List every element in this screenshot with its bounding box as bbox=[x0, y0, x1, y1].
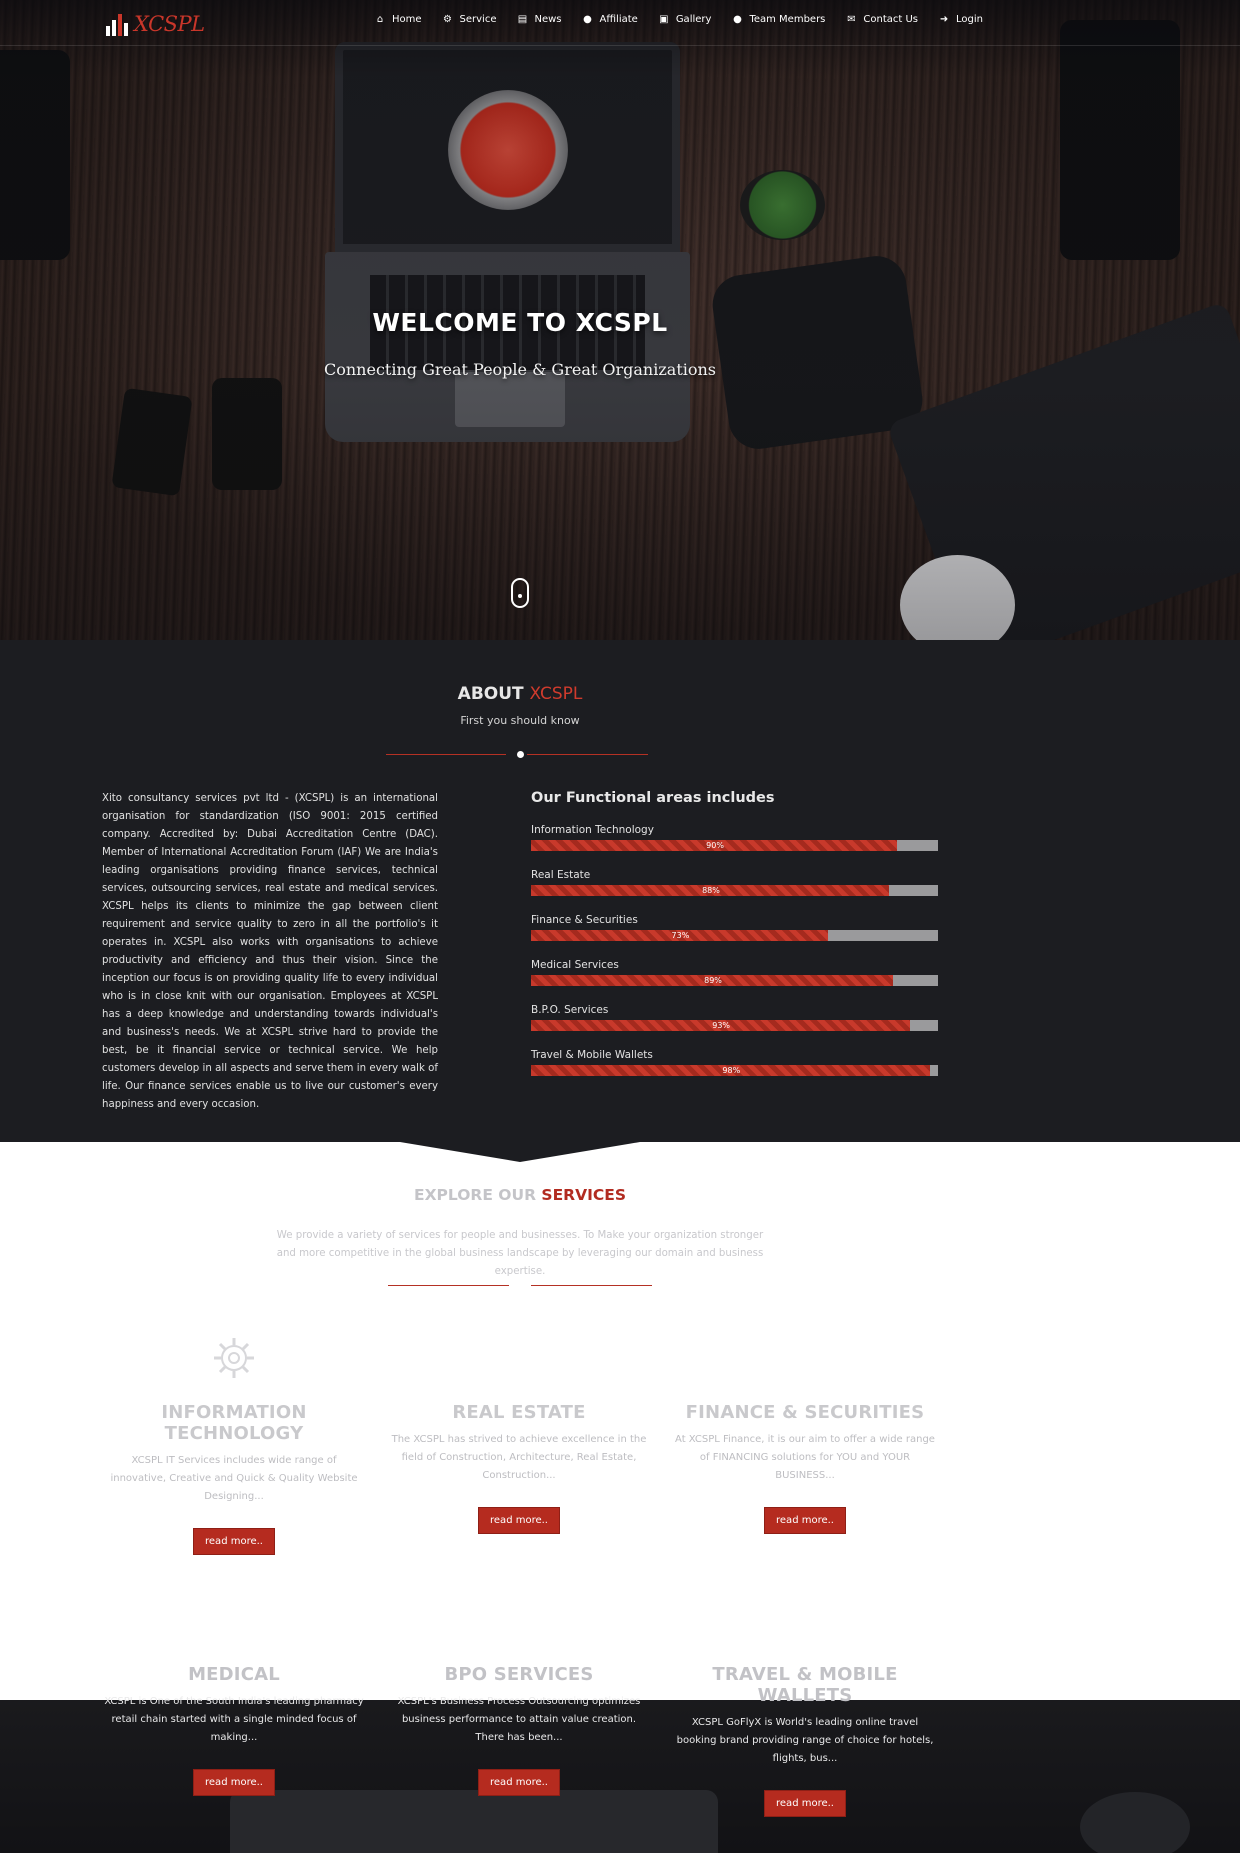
service-card-real-estate: REAL ESTATE The XCSPL has strived to ach… bbox=[376, 1402, 662, 1534]
read-more-button[interactable]: read more.. bbox=[478, 1769, 560, 1796]
nav-item-team-members[interactable]: ● Team Members bbox=[731, 14, 825, 25]
hero-title: WELCOME TO XCSPL bbox=[372, 308, 668, 337]
service-card-medical: MEDICAL XCSPL is One of the South India'… bbox=[91, 1664, 377, 1796]
nav-item-gallery[interactable]: ▣ Gallery bbox=[658, 14, 712, 25]
nav-item-service[interactable]: ⚙ Service bbox=[442, 14, 497, 25]
service-card-bpo: BPO SERVICES XCSPL's Business Process Ou… bbox=[376, 1664, 662, 1796]
skill-track: 90% bbox=[531, 840, 938, 851]
service-card-it: INFORMATION TECHNOLOGY XCSPL IT Services… bbox=[91, 1402, 377, 1555]
logo-text: XCSPL bbox=[134, 12, 205, 36]
skill-track: 98% bbox=[531, 1065, 938, 1076]
envelope-icon: ✉ bbox=[847, 14, 856, 25]
nav-label: Contact Us bbox=[863, 14, 919, 25]
about-title: ABOUT XCSPL bbox=[457, 684, 583, 704]
nav-menu: ⌂ Home ⚙ Service ▤ News ● Affiliate ▣ Gallery… bbox=[374, 14, 1003, 25]
nav-label: Affiliate bbox=[599, 14, 638, 25]
skill-track: 93% bbox=[531, 1020, 938, 1031]
gear-icon: ⚙ bbox=[443, 14, 453, 25]
card-title: INFORMATION TECHNOLOGY bbox=[161, 1402, 307, 1444]
skill-bar: Medical Services 89% bbox=[531, 959, 938, 986]
skill-percent: 93% bbox=[712, 1021, 731, 1030]
read-more-button[interactable]: read more.. bbox=[764, 1507, 846, 1534]
skill-percent: 98% bbox=[722, 1066, 741, 1075]
nav-label: News bbox=[534, 14, 562, 25]
about-section: ABOUT XCSPL First you should know Xito c… bbox=[0, 640, 1240, 1142]
card-title: MEDICAL bbox=[188, 1664, 280, 1685]
card-title: BPO SERVICES bbox=[444, 1664, 594, 1685]
skill-percent: 90% bbox=[706, 841, 724, 850]
about-subtitle: First you should know bbox=[460, 714, 580, 727]
service-card-finance: FINANCE & SECURITIES At XCSPL Finance, i… bbox=[662, 1402, 948, 1534]
skill-bar: Information Technology 90% bbox=[531, 824, 938, 851]
skill-label: Medical Services bbox=[531, 959, 619, 971]
card-text: At XCSPL Finance, it is our aim to offer… bbox=[675, 1434, 935, 1481]
divider bbox=[531, 1285, 652, 1286]
card-title: REAL ESTATE bbox=[452, 1402, 586, 1423]
skill-percent: 73% bbox=[671, 931, 690, 940]
logo[interactable]: XCSPL bbox=[104, 12, 205, 36]
it-gear-icon bbox=[214, 1338, 254, 1378]
skill-bar: Finance & Securities 73% bbox=[531, 914, 938, 941]
divider bbox=[388, 1285, 509, 1286]
card-title: TRAVEL & MOBILE WALLETS bbox=[712, 1664, 898, 1706]
card-text: The XCSPL has strived to achieve excelle… bbox=[391, 1434, 647, 1481]
top-navbar: XCSPL ⌂ Home ⚙ Service ▤ News ● Affiliate ▣ G… bbox=[0, 0, 1240, 46]
areas-title: Our Functional areas includes bbox=[531, 790, 775, 806]
skill-track: 89% bbox=[531, 975, 938, 986]
scroll-down-icon[interactable] bbox=[511, 578, 529, 608]
nav-label: Team Members bbox=[749, 14, 826, 25]
skill-bar: B.P.O. Services 93% bbox=[531, 1004, 938, 1031]
nav-item-contact-us[interactable]: ✉ Contact Us bbox=[845, 14, 918, 25]
nav-item-news[interactable]: ▤ News bbox=[517, 14, 562, 25]
skill-percent: 89% bbox=[704, 976, 722, 985]
hero-subtitle: Connecting Great People & Great Organiza… bbox=[323, 360, 717, 379]
skill-bar: Real Estate 88% bbox=[531, 869, 938, 896]
logo-mark-icon bbox=[104, 12, 130, 36]
skill-label: Information Technology bbox=[531, 824, 654, 836]
home-icon: ⌂ bbox=[376, 14, 384, 25]
divider bbox=[386, 754, 506, 755]
skill-label: Finance & Securities bbox=[531, 914, 638, 926]
nav-item-affiliate[interactable]: ● Affiliate bbox=[582, 14, 638, 25]
newspaper-icon: ▤ bbox=[517, 14, 528, 25]
card-text: XCSPL IT Services includes wide range of… bbox=[110, 1455, 358, 1502]
nav-item-login[interactable]: ➜ Login bbox=[938, 14, 983, 25]
read-more-button[interactable]: read more.. bbox=[478, 1507, 560, 1534]
skill-track: 88% bbox=[531, 885, 938, 896]
nav-label: Login bbox=[956, 14, 983, 25]
skill-track: 73% bbox=[531, 930, 938, 941]
nav-label: Service bbox=[459, 14, 497, 25]
services-title: EXPLORE OUR SERVICES bbox=[413, 1186, 626, 1204]
read-more-button[interactable]: read more.. bbox=[193, 1528, 275, 1555]
read-more-button[interactable]: read more.. bbox=[193, 1769, 275, 1796]
image-icon: ▣ bbox=[659, 14, 669, 25]
skill-label: Travel & Mobile Wallets bbox=[531, 1049, 653, 1061]
divider bbox=[527, 754, 648, 755]
skill-label: Real Estate bbox=[531, 869, 591, 881]
card-text: XCSPL is One of the South India's leadin… bbox=[104, 1696, 364, 1743]
nav-label: Gallery bbox=[675, 14, 712, 25]
card-title: FINANCE & SECURITIES bbox=[685, 1402, 925, 1423]
skill-percent: 88% bbox=[702, 886, 720, 895]
user-icon: ● bbox=[583, 14, 592, 25]
card-text: XCSPL GoFlyX is World's leading online t… bbox=[676, 1717, 934, 1764]
section-chevron bbox=[0, 1142, 1240, 1162]
card-text: XCSPL's Business Process Outsourcing opt… bbox=[397, 1696, 641, 1743]
users-icon: ● bbox=[733, 14, 742, 25]
service-card-travel: TRAVEL & MOBILE WALLETS XCSPL GoFlyX is … bbox=[662, 1664, 948, 1817]
hero-banner: WELCOME TO XCSPL Connecting Great People… bbox=[0, 0, 1240, 640]
sign-in-icon: ➜ bbox=[939, 14, 949, 25]
divider-dot bbox=[517, 751, 524, 758]
skill-label: B.P.O. Services bbox=[531, 1004, 609, 1016]
nav-label: Home bbox=[392, 14, 422, 25]
nav-item-home[interactable]: ⌂ Home bbox=[374, 14, 422, 25]
about-body: Xito consultancy services pvt ltd - (XCS… bbox=[102, 793, 438, 1110]
read-more-button[interactable]: read more.. bbox=[764, 1790, 846, 1817]
services-description: We provide a variety of services for peo… bbox=[276, 1230, 764, 1277]
skill-bar: Travel & Mobile Wallets 98% bbox=[531, 1049, 938, 1076]
